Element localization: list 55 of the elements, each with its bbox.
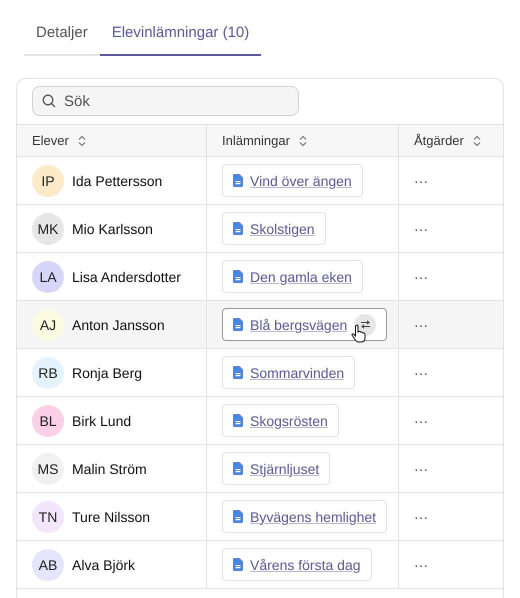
- avatar: AB: [32, 548, 64, 580]
- more-actions-button[interactable]: ···: [414, 220, 428, 236]
- submission-link[interactable]: Vårens första dag: [250, 556, 361, 572]
- more-actions-button[interactable]: ···: [414, 268, 428, 284]
- more-actions-button[interactable]: ···: [414, 460, 428, 476]
- sort-icon[interactable]: [298, 134, 308, 146]
- submission-link[interactable]: Sommarvinden: [250, 364, 344, 380]
- avatar: MS: [32, 452, 64, 484]
- tab[interactable]: Detaljer: [24, 18, 100, 56]
- document-icon: [233, 222, 243, 235]
- student-name: Ture Nilsson: [72, 508, 150, 524]
- more-actions-button[interactable]: ···: [414, 508, 428, 524]
- submission-link[interactable]: Skolstigen: [250, 220, 315, 236]
- student-name: Alva Björk: [72, 556, 136, 572]
- student-name: Ronja Berg: [72, 364, 142, 380]
- search-icon: [42, 94, 56, 108]
- search-field[interactable]: Sök: [32, 86, 299, 116]
- submission-link[interactable]: Vind över ängen: [250, 172, 352, 188]
- avatar: LA: [32, 260, 64, 292]
- document-icon: [233, 366, 243, 379]
- more-actions-button[interactable]: ···: [414, 172, 428, 188]
- tab[interactable]: Elevinlämningar (10): [100, 18, 262, 56]
- document-icon: [233, 510, 243, 523]
- submission-link[interactable]: Skogsrösten: [250, 412, 328, 428]
- document-icon: [233, 414, 243, 427]
- document-icon: [233, 558, 243, 571]
- document-icon: [233, 318, 243, 331]
- more-actions-button[interactable]: ···: [414, 556, 428, 572]
- swap-icon: [360, 320, 371, 329]
- more-actions-button[interactable]: ···: [414, 412, 428, 428]
- more-actions-button[interactable]: ···: [414, 364, 428, 380]
- avatar: RB: [32, 356, 64, 388]
- column-header[interactable]: Inlämningar: [222, 133, 290, 148]
- student-name: Birk Lund: [72, 412, 132, 428]
- sort-icon[interactable]: [472, 134, 482, 146]
- document-icon: [233, 174, 243, 187]
- document-icon: [233, 462, 243, 475]
- column-header[interactable]: Elever: [32, 133, 69, 148]
- document-icon: [233, 270, 243, 283]
- student-name: Malin Ström: [72, 460, 147, 476]
- submission-link[interactable]: Blå bergsvägen: [250, 316, 348, 332]
- avatar: AJ: [32, 308, 64, 340]
- avatar: MK: [32, 212, 64, 244]
- submission-link[interactable]: Den gamla eken: [250, 268, 352, 284]
- student-name: Mio Karlsson: [72, 220, 153, 236]
- avatar: BL: [32, 404, 64, 436]
- submission-link[interactable]: Byvägens hemlighet: [250, 508, 376, 524]
- student-name: Ida Pettersson: [72, 172, 162, 188]
- student-name: Lisa Andersdotter: [72, 268, 181, 284]
- avatar: IP: [32, 164, 64, 196]
- submission-link[interactable]: Stjärnljuset: [250, 460, 320, 476]
- avatar: TN: [32, 500, 64, 532]
- student-name: Anton Jansson: [72, 316, 165, 332]
- more-actions-button[interactable]: ···: [414, 316, 428, 332]
- sort-icon[interactable]: [76, 134, 87, 146]
